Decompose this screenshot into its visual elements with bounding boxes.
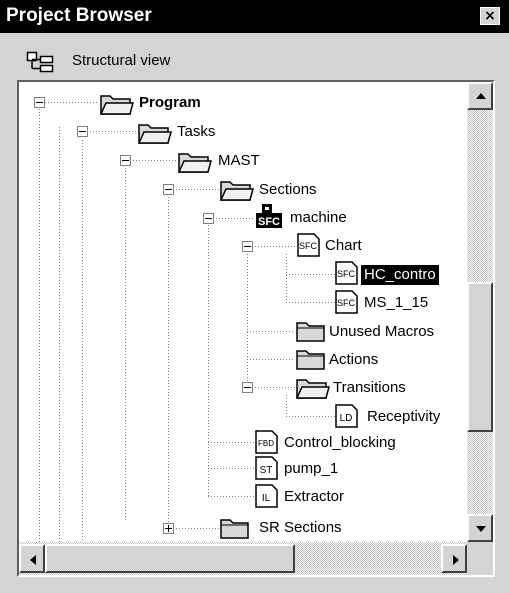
svg-text:SFC: SFC bbox=[258, 216, 280, 228]
scrollbar-corner bbox=[467, 542, 493, 575]
tree-item-ms-1-15[interactable]: MS_1_15 bbox=[364, 293, 428, 313]
tree-item-chart[interactable]: Chart bbox=[325, 236, 362, 256]
folder-open-icon bbox=[219, 181, 254, 201]
folder-open-icon bbox=[99, 95, 134, 115]
svg-text:SFC: SFC bbox=[337, 298, 356, 308]
scroll-left-arrow-icon bbox=[30, 555, 36, 565]
svg-text:SFC: SFC bbox=[337, 269, 356, 279]
svg-text:LD: LD bbox=[340, 413, 353, 424]
folder-closed-icon bbox=[296, 350, 325, 370]
structural-view-icon[interactable] bbox=[26, 51, 58, 75]
tree-item-receptivity[interactable]: Receptivity bbox=[367, 407, 440, 427]
tree-item-extractor[interactable]: Extractor bbox=[284, 487, 344, 507]
vertical-scrollbar[interactable] bbox=[467, 82, 493, 542]
tree-item-actions[interactable]: Actions bbox=[329, 350, 378, 370]
svg-text:SFC: SFC bbox=[299, 241, 318, 251]
folder-closed-icon bbox=[220, 519, 249, 539]
folder-closed-icon bbox=[296, 322, 325, 342]
tree-item-transitions[interactable]: Transitions bbox=[333, 378, 406, 398]
project-browser-window: Project Browser × Structural view SFC SF… bbox=[0, 0, 509, 593]
scroll-right-arrow-icon bbox=[453, 555, 459, 565]
st-section-icon: ST bbox=[255, 456, 278, 480]
tree-item-tasks[interactable]: Tasks bbox=[177, 122, 215, 142]
sfc-section-icon: SFC bbox=[256, 204, 282, 228]
ld-section-icon: LD bbox=[335, 404, 358, 428]
folder-open-icon bbox=[177, 153, 212, 173]
tree-item-sections[interactable]: Sections bbox=[259, 180, 317, 200]
sfc-chart-icon: SFC bbox=[335, 290, 358, 314]
svg-text:ST: ST bbox=[260, 465, 273, 476]
collapse-toggle-icon[interactable] bbox=[242, 382, 253, 393]
collapse-toggle-icon[interactable] bbox=[203, 213, 214, 224]
tree-item-sr-sections[interactable]: SR Sections bbox=[259, 518, 342, 538]
tree-item-machine[interactable]: machine bbox=[290, 208, 347, 228]
sfc-chart-icon: SFC bbox=[297, 233, 320, 257]
close-icon: × bbox=[484, 8, 496, 24]
tree-item-mast[interactable]: MAST bbox=[218, 151, 260, 171]
tree-item-control-blocking[interactable]: Control_blocking bbox=[284, 433, 396, 453]
scroll-down-button[interactable] bbox=[467, 514, 493, 542]
horizontal-scroll-thumb[interactable] bbox=[45, 544, 295, 573]
expand-toggle-icon[interactable] bbox=[163, 523, 174, 534]
scroll-up-arrow-icon bbox=[476, 93, 486, 99]
scroll-down-arrow-icon bbox=[476, 526, 486, 532]
close-button[interactable]: × bbox=[480, 7, 500, 25]
il-section-icon: IL bbox=[255, 484, 278, 508]
collapse-toggle-icon[interactable] bbox=[77, 126, 88, 137]
tree-item-pump-1[interactable]: pump_1 bbox=[284, 459, 338, 479]
tree-item-unused-macros[interactable]: Unused Macros bbox=[329, 322, 434, 342]
title-bar: Project Browser × bbox=[0, 0, 509, 33]
window-title: Project Browser bbox=[6, 5, 152, 26]
svg-text:FBD: FBD bbox=[258, 439, 274, 448]
sfc-chart-icon: SFC bbox=[335, 261, 358, 285]
structural-view-label[interactable]: Structural view bbox=[72, 51, 170, 71]
vertical-scroll-thumb[interactable] bbox=[467, 282, 493, 432]
scroll-left-button[interactable] bbox=[19, 544, 45, 573]
folder-open-icon bbox=[137, 124, 172, 144]
collapse-toggle-icon[interactable] bbox=[120, 155, 131, 166]
tree-item-program[interactable]: Program bbox=[139, 93, 201, 113]
scroll-right-button[interactable] bbox=[441, 544, 467, 573]
collapse-toggle-icon[interactable] bbox=[34, 97, 45, 108]
collapse-toggle-icon[interactable] bbox=[242, 241, 253, 252]
collapse-toggle-icon[interactable] bbox=[163, 184, 174, 195]
project-tree[interactable]: SFC SFC SFC SFC LD FBD ST IL Program Tas… bbox=[19, 82, 467, 542]
fbd-section-icon: FBD bbox=[255, 430, 278, 454]
svg-text:IL: IL bbox=[262, 493, 271, 504]
scroll-up-button[interactable] bbox=[467, 82, 493, 110]
tree-item-hc-contro-selected[interactable]: HC_contro bbox=[361, 265, 439, 285]
folder-open-icon bbox=[295, 379, 330, 399]
horizontal-scrollbar[interactable] bbox=[19, 542, 467, 575]
